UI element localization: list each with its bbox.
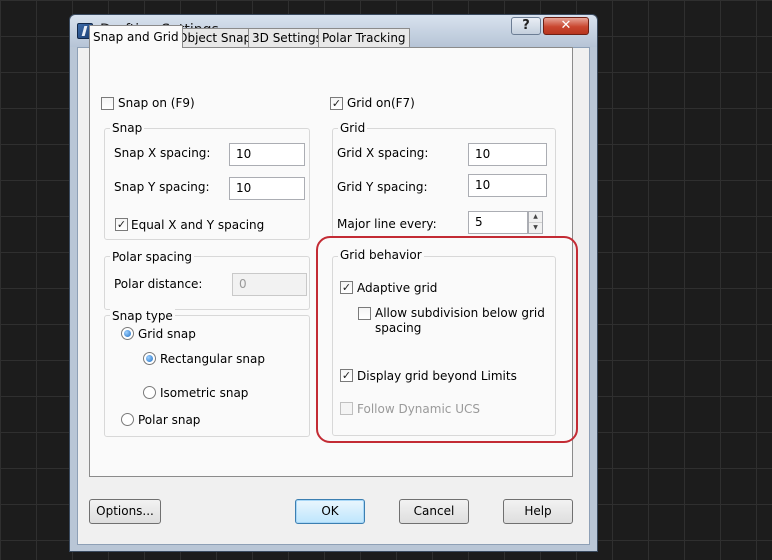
snap-x-spacing-input[interactable]: 10 [229, 143, 305, 166]
snap-y-spacing-input[interactable]: 10 [229, 177, 305, 200]
rectangular-snap-label: Rectangular snap [160, 352, 265, 366]
grid-snap-radio[interactable] [121, 327, 134, 340]
close-button[interactable]: ✕ [543, 17, 589, 35]
grid-x-spacing-label: Grid X spacing: [337, 146, 429, 160]
grid-snap-label: Grid snap [138, 327, 196, 341]
snap-on-label: Snap on (F9) [118, 96, 195, 110]
grid-group-title: Grid [338, 121, 368, 135]
polar-snap-label: Polar snap [138, 413, 201, 427]
isometric-snap-label: Isometric snap [160, 386, 249, 400]
ok-button[interactable]: OK [295, 499, 365, 524]
red-highlight-annotation [316, 236, 578, 443]
grid-x-spacing-input[interactable]: 10 [468, 143, 547, 166]
spin-up-icon[interactable]: ▲ [529, 212, 542, 223]
tab-polar-tracking[interactable]: Polar Tracking [318, 28, 410, 47]
snap-type-title: Snap type [110, 309, 175, 323]
grid-on-label: Grid on(F7) [347, 96, 415, 110]
equal-xy-spacing-label: Equal X and Y spacing [131, 218, 265, 232]
options-button[interactable]: Options... [89, 499, 161, 524]
tab-snap-and-grid[interactable]: Snap and Grid [89, 25, 183, 48]
tab-object-snap[interactable]: Object Snap [174, 28, 256, 47]
snap-y-spacing-label: Snap Y spacing: [114, 180, 210, 194]
rectangular-snap-radio[interactable] [143, 352, 156, 365]
major-line-every-label: Major line every: [337, 217, 437, 231]
equal-xy-spacing-checkbox[interactable]: ✓ [115, 218, 128, 231]
snap-type-group [104, 315, 310, 437]
snap-group-title: Snap [110, 121, 145, 135]
grid-y-spacing-label: Grid Y spacing: [337, 180, 428, 194]
polar-spacing-title: Polar spacing [110, 250, 194, 264]
polar-distance-label: Polar distance: [114, 277, 203, 291]
cancel-button[interactable]: Cancel [399, 499, 469, 524]
major-line-spinner[interactable]: ▲ ▼ [528, 211, 543, 234]
major-line-every-input[interactable]: 5 [468, 211, 528, 234]
grid-on-checkbox[interactable]: ✓ [330, 97, 343, 110]
help-button[interactable]: Help [503, 499, 573, 524]
spin-down-icon[interactable]: ▼ [529, 223, 542, 234]
help-title-button[interactable]: ? [511, 17, 541, 35]
snap-on-checkbox[interactable] [101, 97, 114, 110]
isometric-snap-radio[interactable] [143, 386, 156, 399]
snap-x-spacing-label: Snap X spacing: [114, 146, 211, 160]
polar-snap-radio[interactable] [121, 413, 134, 426]
polar-distance-input[interactable]: 0 [232, 273, 307, 296]
grid-y-spacing-input[interactable]: 10 [468, 174, 547, 197]
tab-3d-settings[interactable]: 3D Settings [248, 28, 326, 47]
